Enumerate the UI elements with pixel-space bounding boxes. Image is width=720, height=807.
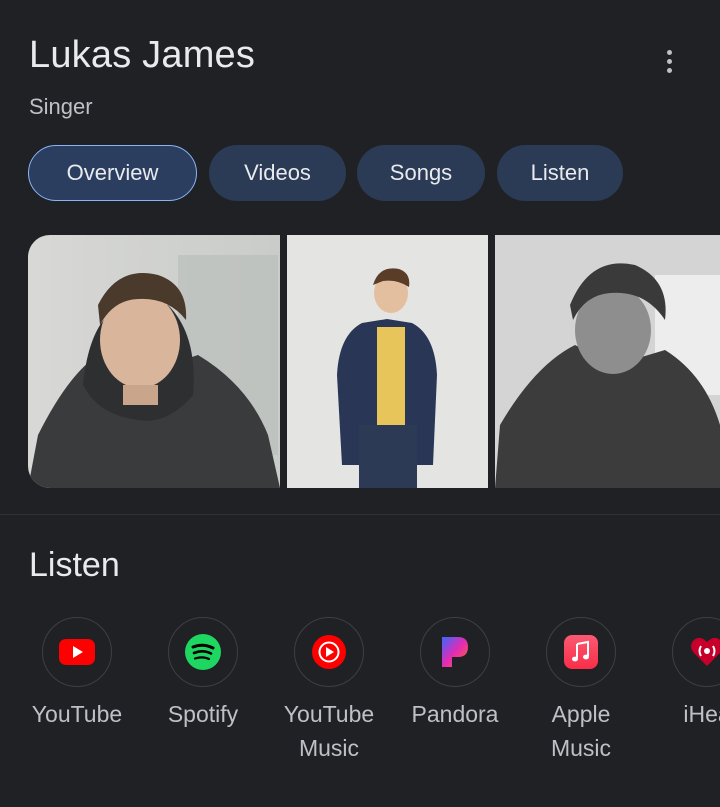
more-options-icon[interactable] <box>652 46 686 76</box>
tab-overview[interactable]: Overview <box>28 145 197 201</box>
tab-listen[interactable]: Listen <box>497 145 623 201</box>
spotify-icon <box>168 617 238 687</box>
iheart-icon <box>672 617 720 687</box>
listen-section-title: Listen <box>29 546 120 584</box>
tab-videos[interactable]: Videos <box>209 145 346 201</box>
image-gallery <box>28 235 720 488</box>
app-label: Apple Music <box>550 701 612 761</box>
tab-songs[interactable]: Songs <box>357 145 485 201</box>
app-spotify[interactable]: Spotify <box>140 617 266 731</box>
pandora-icon <box>420 617 490 687</box>
app-apple-music[interactable]: Apple Music <box>518 617 644 765</box>
app-pandora[interactable]: Pandora <box>392 617 518 731</box>
app-label: YouTube <box>31 701 123 727</box>
app-label: iHea <box>683 701 720 727</box>
youtube-icon <box>42 617 112 687</box>
photo-person-bw[interactable] <box>495 235 720 488</box>
photo-person-denim-jacket[interactable] <box>287 235 488 488</box>
photo-person-hoodie[interactable] <box>28 235 280 488</box>
app-youtube-music[interactable]: YouTube Music <box>266 617 392 765</box>
page-title: Lukas James <box>29 34 256 76</box>
app-label: YouTube Music <box>283 701 375 761</box>
app-youtube[interactable]: YouTube <box>14 617 140 731</box>
section-divider <box>0 514 720 515</box>
youtube-music-icon <box>294 617 364 687</box>
apple-music-icon <box>546 617 616 687</box>
page-subtitle: Singer <box>29 94 93 119</box>
app-label: Spotify <box>167 701 239 727</box>
app-iheart[interactable]: iHea <box>644 617 720 731</box>
app-label: Pandora <box>411 701 499 727</box>
